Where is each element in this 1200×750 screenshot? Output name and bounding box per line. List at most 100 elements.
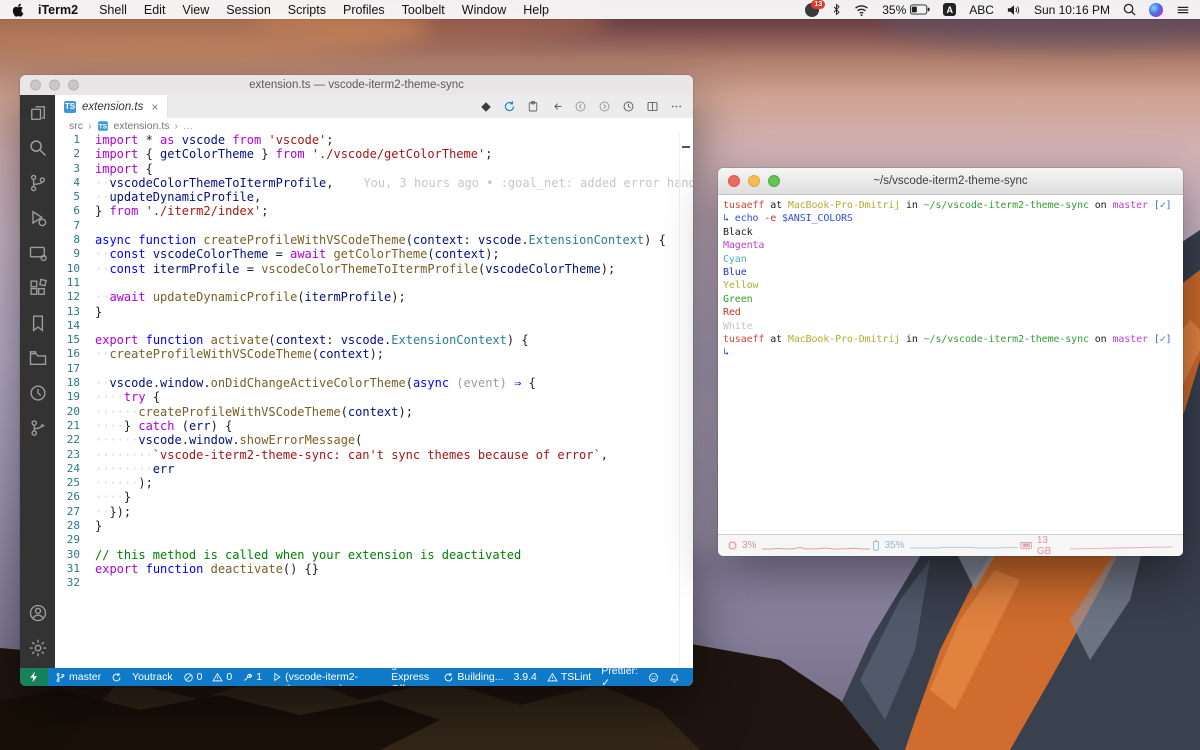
githd[interactable]: githd: Express Off <box>386 668 438 686</box>
wifi-icon[interactable] <box>854 4 869 16</box>
sync-themes-icon[interactable] <box>503 100 516 113</box>
close-button[interactable] <box>728 175 740 187</box>
bookmarks-icon[interactable] <box>26 311 50 335</box>
code-line[interactable]: 6} from './iterm2/index'; <box>55 204 693 218</box>
terminal-line[interactable]: tusaeff at MacBook-Pro-Dmitrij in ~/s/vs… <box>723 199 1178 212</box>
prettier[interactable]: Prettier: ✓ <box>596 668 643 686</box>
code-line[interactable]: 1import * as vscode from 'vscode'; <box>55 133 693 147</box>
terminal-line[interactable]: Magenta <box>723 239 1178 252</box>
breadcrumb-symbol[interactable]: … <box>183 120 194 132</box>
code-editor[interactable]: 1import * as vscode from 'vscode';2impor… <box>55 133 693 668</box>
code-line[interactable]: 30// this method is called when your ext… <box>55 548 693 562</box>
youtrack-icon[interactable] <box>26 381 50 405</box>
code-line[interactable]: 15export function activate(context: vsco… <box>55 333 693 347</box>
back-icon[interactable] <box>550 100 563 113</box>
code-line[interactable]: 26····} <box>55 490 693 504</box>
vscode-titlebar[interactable]: extension.ts — vscode-iterm2-theme-sync <box>20 75 693 95</box>
apple-menu[interactable] <box>12 3 24 17</box>
terminal-line[interactable]: ↳ echo -e $ANSI_COLORS <box>723 212 1178 225</box>
menu-toolbelt[interactable]: Toolbelt <box>402 3 445 17</box>
sync-status[interactable] <box>106 668 127 686</box>
code-line[interactable]: 25······); <box>55 476 693 490</box>
gitlens-icon[interactable] <box>26 416 50 440</box>
terminal-line[interactable]: Green <box>723 293 1178 306</box>
tab-extension-ts[interactable]: TS extension.ts × <box>55 95 168 118</box>
minimize-button[interactable] <box>49 80 60 91</box>
code-line[interactable]: 19····try { <box>55 390 693 404</box>
code-line[interactable]: 16··createProfileWithVSCodeTheme(context… <box>55 347 693 361</box>
zoom-button[interactable] <box>768 175 780 187</box>
code-line[interactable]: 11 <box>55 276 693 290</box>
code-line[interactable]: 21····} catch (err) { <box>55 419 693 433</box>
notification-center-icon[interactable] <box>1176 4 1190 16</box>
spotlight-icon[interactable] <box>1123 3 1136 16</box>
code-line[interactable]: 32 <box>55 576 693 590</box>
code-line[interactable]: 31export function deactivate() {} <box>55 562 693 576</box>
split-editor-icon[interactable] <box>646 100 659 113</box>
menu-help[interactable]: Help <box>523 3 549 17</box>
terminal-line[interactable]: Red <box>723 306 1178 319</box>
menu-window[interactable]: Window <box>462 3 506 17</box>
code-line[interactable]: 8async function createProfileWithVSCodeT… <box>55 233 693 247</box>
nav-forward-circle-icon[interactable] <box>598 100 611 113</box>
problems-warnings[interactable]: 0 <box>207 668 237 686</box>
tab-close-icon[interactable]: × <box>151 100 158 114</box>
code-line[interactable]: 10··const itermProfile = vscodeColorThem… <box>55 262 693 276</box>
settings-gear-icon[interactable] <box>26 636 50 660</box>
more-actions-icon[interactable] <box>670 100 683 113</box>
code-line[interactable]: 2import { getColorTheme } from './vscode… <box>55 147 693 161</box>
menu-edit[interactable]: Edit <box>144 3 166 17</box>
siri-icon[interactable] <box>1149 3 1163 17</box>
tasks[interactable]: 1 <box>237 668 267 686</box>
extensions-icon[interactable] <box>26 276 50 300</box>
terminal-line[interactable]: Cyan <box>723 253 1178 266</box>
notifications[interactable] <box>664 668 685 686</box>
volume-icon[interactable] <box>1007 4 1021 16</box>
remote-indicator[interactable] <box>20 668 48 686</box>
terminal-line[interactable]: Yellow <box>723 279 1178 292</box>
bluetooth-icon[interactable] <box>832 3 841 16</box>
terminal-line[interactable]: Black <box>723 226 1178 239</box>
account-icon[interactable] <box>26 601 50 625</box>
paste-icon[interactable] <box>527 100 539 113</box>
code-line[interactable]: 24········err <box>55 462 693 476</box>
project-manager-icon[interactable] <box>26 346 50 370</box>
building[interactable]: Building... <box>438 668 508 686</box>
zoom-button[interactable] <box>68 80 79 91</box>
code-line[interactable]: 7 <box>55 219 693 233</box>
code-line[interactable]: 22······vscode.window.showErrorMessage( <box>55 433 693 447</box>
code-line[interactable]: 13} <box>55 305 693 319</box>
menu-scripts[interactable]: Scripts <box>288 3 326 17</box>
menu-extra-app-icon[interactable]: 13 <box>805 3 819 17</box>
code-line[interactable]: 28} <box>55 519 693 533</box>
terminal[interactable]: tusaeff at MacBook-Pro-Dmitrij in ~/s/vs… <box>718 195 1183 534</box>
terminal-line[interactable]: ↳ <box>723 346 1178 359</box>
terminal-line[interactable]: White <box>723 320 1178 333</box>
nav-back-circle-icon[interactable] <box>574 100 587 113</box>
close-button[interactable] <box>30 80 41 91</box>
menu-session[interactable]: Session <box>226 3 270 17</box>
terminal-line[interactable]: tusaeff at MacBook-Pro-Dmitrij in ~/s/vs… <box>723 333 1178 346</box>
menu-profiles[interactable]: Profiles <box>343 3 385 17</box>
tslint[interactable]: TSLint <box>542 668 596 686</box>
search-icon[interactable] <box>26 136 50 160</box>
code-line[interactable]: 14 <box>55 319 693 333</box>
code-line[interactable]: 3import { <box>55 162 693 176</box>
iterm-titlebar[interactable]: ~/s/vscode-iterm2-theme-sync <box>718 168 1183 195</box>
explorer-icon[interactable] <box>26 101 50 125</box>
run-extension[interactable]: Run Extension (vscode-iterm2-theme-sync) <box>267 668 386 686</box>
keyboard-layout[interactable]: ABC <box>969 3 994 17</box>
scrollbar-mark[interactable] <box>682 146 690 148</box>
typescript-version[interactable]: 3.9.4 <box>509 668 542 686</box>
youtrack[interactable]: Youtrack <box>127 668 177 686</box>
breadcrumb-file[interactable]: extension.ts <box>114 120 170 132</box>
code-line[interactable]: 27··}); <box>55 505 693 519</box>
menu-shell[interactable]: Shell <box>99 3 127 17</box>
git-branch[interactable]: master <box>50 668 106 686</box>
clock[interactable]: Sun 10:16 PM <box>1034 3 1110 17</box>
extension-action-icon[interactable] <box>480 101 492 113</box>
feedback[interactable] <box>643 668 664 686</box>
app-menu[interactable]: iTerm2 <box>38 3 78 17</box>
code-line[interactable]: 12··await updateDynamicProfile(itermProf… <box>55 290 693 304</box>
terminal-line[interactable]: Blue <box>723 266 1178 279</box>
